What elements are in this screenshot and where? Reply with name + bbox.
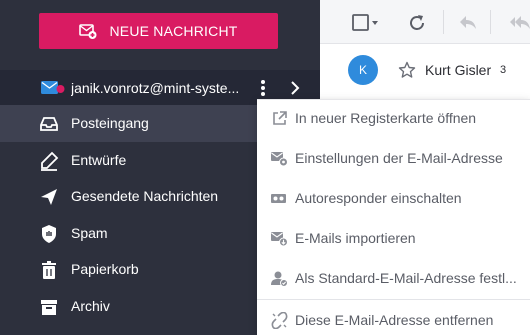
sidebar-item-label: Posteingang xyxy=(71,115,149,131)
new-message-label: NEUE NACHRICHT xyxy=(109,23,238,39)
select-all-checkbox[interactable] xyxy=(352,14,380,32)
drafts-icon xyxy=(41,151,59,171)
reply-all-icon[interactable] xyxy=(510,14,530,30)
menu-item-label: Einstellungen der E-Mail-Adresse xyxy=(295,150,503,166)
account-context-menu: In neuer Registerkarte öffnen Einstellun… xyxy=(257,99,530,335)
mail-account-icon xyxy=(41,81,65,94)
inbox-icon xyxy=(40,117,58,131)
menu-item-label: Als Standard-E-Mail-Adresse festl... xyxy=(295,270,517,286)
menu-item-set-default[interactable]: Als Standard-E-Mail-Adresse festl... xyxy=(257,260,530,298)
more-vertical-icon[interactable] xyxy=(257,78,269,98)
message-sender: Kurt Gisler xyxy=(425,62,492,78)
menu-item-label: In neuer Registerkarte öffnen xyxy=(295,110,477,126)
message-row[interactable]: K Kurt Gisler 3 xyxy=(320,50,530,90)
account-email: janik.vonrotz@mint-syste... xyxy=(71,80,240,96)
sidebar-item-label: Entwürfe xyxy=(71,152,127,168)
star-icon[interactable] xyxy=(398,61,416,79)
menu-item-autoresponder[interactable]: Autoresponder einschalten xyxy=(257,180,530,218)
sidebar-item-label: Papierkorb xyxy=(71,261,139,277)
menu-divider xyxy=(257,299,530,300)
refresh-icon[interactable] xyxy=(407,13,427,33)
new-message-button[interactable]: NEUE NACHRICHT xyxy=(39,13,278,49)
menu-item-mail-settings[interactable]: Einstellungen der E-Mail-Adresse xyxy=(257,140,530,178)
menu-item-label: Autoresponder einschalten xyxy=(295,190,462,206)
sidebar-item-label: Gesendete Nachrichten xyxy=(71,188,219,204)
mail-import-icon xyxy=(271,232,288,247)
menu-item-import-mails[interactable]: E-Mails importieren xyxy=(257,220,530,258)
menu-item-label: E-Mails importieren xyxy=(295,230,416,246)
toolbar-divider xyxy=(490,10,491,34)
mail-settings-icon xyxy=(271,152,288,167)
menu-item-remove-address[interactable]: Diese E-Mail-Adresse entfernen xyxy=(257,302,530,335)
menu-item-label: Diese E-Mail-Adresse entfernen xyxy=(295,312,494,328)
avatar: K xyxy=(348,55,378,85)
sidebar-item-label: Spam xyxy=(71,225,108,241)
hand-stop-icon xyxy=(42,225,56,243)
thread-count: 3 xyxy=(500,64,507,76)
autoresponder-icon xyxy=(271,194,286,203)
trash-icon xyxy=(42,261,56,279)
unlink-icon xyxy=(271,312,288,329)
chevron-right-icon[interactable] xyxy=(287,80,303,96)
default-user-icon xyxy=(271,271,288,287)
compose-mail-icon xyxy=(79,24,97,39)
toolbar-divider xyxy=(443,10,444,34)
archive-icon xyxy=(41,300,57,315)
reply-icon[interactable] xyxy=(459,14,477,30)
message-toolbar xyxy=(320,0,530,44)
send-icon xyxy=(41,189,57,205)
external-link-icon xyxy=(273,111,287,125)
sidebar-item-label: Archiv xyxy=(71,298,110,314)
menu-item-open-new-tab[interactable]: In neuer Registerkarte öffnen xyxy=(257,100,530,138)
